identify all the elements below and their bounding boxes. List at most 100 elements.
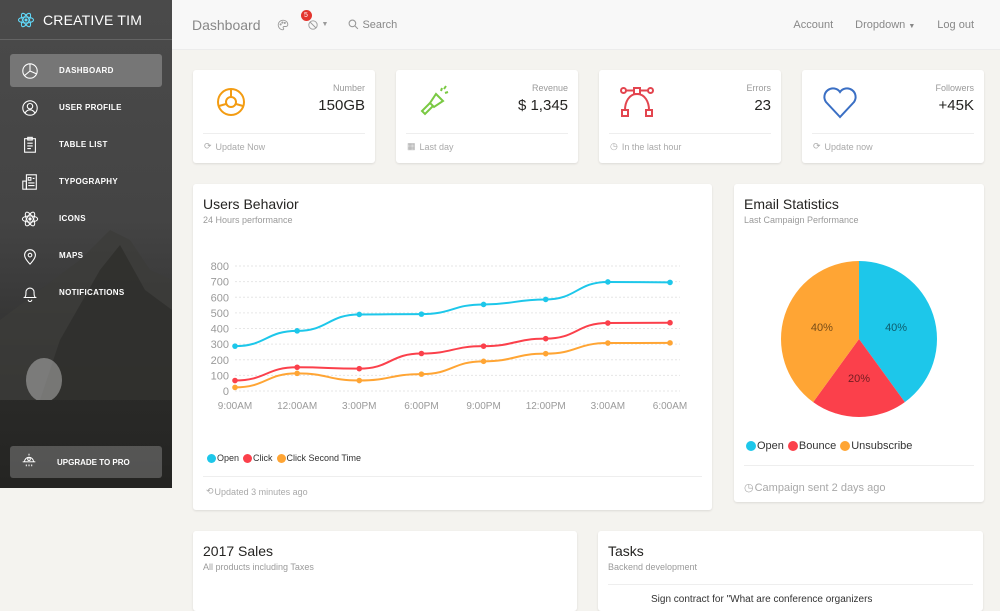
x-tick-label: 3:00AM [591, 401, 625, 412]
chart-icon [217, 88, 245, 116]
sidebar-item-table-list[interactable]: TABLE LIST [10, 128, 162, 161]
y-tick-label: 100 [211, 370, 229, 382]
user-circle-icon [20, 98, 40, 118]
stat-category: Errors [746, 83, 772, 93]
sales-card: 2017 Sales All products including Taxes [193, 531, 577, 611]
data-point [480, 343, 487, 349]
x-tick-label: 9:00AM [218, 401, 252, 412]
page-title[interactable]: Dashboard [192, 17, 261, 33]
legend-dot-open [207, 453, 216, 463]
stat-value: 23 [754, 97, 771, 114]
dropdown-label: Dropdown [855, 18, 906, 31]
y-tick-label: 700 [211, 277, 229, 289]
data-point [294, 370, 300, 377]
vector-icon [620, 87, 654, 117]
clock-icon: ◷ [744, 482, 754, 494]
data-point [667, 319, 673, 326]
email-statistics-pie-chart: 40% 20% 40% [781, 261, 937, 417]
data-point [480, 358, 487, 365]
card-footer: ⟲ Updated 3 minutes ago [206, 486, 308, 497]
sidebar-item-label: TABLE LIST [59, 140, 108, 149]
stat-card-followers: Followers +45K ⟳ Update now [802, 70, 984, 163]
pie-slice-label: 40% [811, 322, 833, 334]
sidebar-item-notifications[interactable]: NOTIFICATIONS [10, 276, 162, 309]
pie-slice-label: 40% [885, 322, 907, 334]
stat-footer-text: Update Now [215, 141, 266, 152]
legend-label: Click [253, 453, 273, 463]
y-tick-label: 0 [223, 386, 229, 398]
users-behavior-card: Users Behavior 24 Hours performance 0 100… [193, 184, 712, 510]
rocket-icon [20, 451, 38, 474]
refresh-icon: ⟳ [813, 141, 821, 151]
account-link[interactable]: Account [793, 19, 833, 31]
card-title: Email Statistics [744, 196, 839, 212]
data-point [418, 371, 425, 377]
sidebar-item-dashboard[interactable]: DASHBOARD [10, 54, 162, 87]
stat-value: +45K [938, 97, 974, 114]
sidebar: CREATIVE TIM DASHBOARD USER PROFILE TABL… [0, 0, 172, 488]
upgrade-label: UPGRADE TO PRO [57, 457, 130, 467]
data-point [294, 364, 300, 371]
caret-down-icon: ▼ [908, 22, 916, 30]
news-paper-icon [20, 172, 40, 192]
palette-icon[interactable] [277, 19, 289, 31]
y-tick-label: 800 [211, 261, 229, 273]
x-tick-label: 3:00PM [342, 401, 376, 412]
stat-footer[interactable]: ⟳ Update now [813, 141, 873, 152]
data-point [356, 365, 363, 372]
notifications-dropdown[interactable]: 5 ▼ [300, 9, 329, 31]
sidebar-item-user-profile[interactable]: USER PROFILE [10, 91, 162, 124]
map-pin-icon [20, 246, 40, 266]
data-point [418, 311, 425, 317]
legend-dot-click-second [276, 453, 286, 463]
legend-dot-open [746, 441, 756, 451]
data-point [605, 279, 611, 285]
caret-down-icon: ▼ [321, 21, 329, 28]
stat-card-revenue: Revenue $ 1,345 ▦ Last day [396, 70, 578, 163]
y-tick-label: 600 [211, 292, 229, 304]
pie-legend: Open Bounce Unsubscribe [744, 440, 912, 452]
logout-link[interactable]: Log out [937, 19, 974, 31]
upgrade-to-pro-button[interactable]: UPGRADE TO PRO [10, 446, 162, 478]
y-tick-label: 400 [211, 324, 229, 336]
top-navbar: Dashboard 5 ▼ Search Account Dropdown ▼ … [172, 0, 1000, 50]
data-point [542, 296, 549, 303]
legend-label: Open [757, 440, 784, 452]
chart-pie-icon [20, 61, 40, 81]
sidebar-item-maps[interactable]: MAPS [10, 239, 162, 272]
atom-icon [20, 209, 40, 229]
x-tick-label: 12:00AM [277, 401, 317, 412]
dropdown-menu[interactable]: Dropdown ▼ [855, 19, 915, 31]
series-line-open [234, 280, 671, 348]
sidebar-item-label: NOTIFICATIONS [59, 288, 125, 297]
sidebar-logo[interactable]: CREATIVE TIM [0, 0, 172, 40]
sidebar-nav: DASHBOARD USER PROFILE TABLE LIST TYPOGR… [0, 54, 172, 309]
legend-label: Click Second Time [286, 453, 362, 463]
stat-category: Number [332, 83, 365, 93]
divider [609, 133, 771, 134]
stat-footer[interactable]: ⟳ Update Now [204, 141, 265, 152]
clipboard-icon [20, 135, 40, 155]
stat-card-number: Number 150GB ⟳ Update Now [193, 70, 375, 163]
stat-footer: ◷ In the last hour [610, 141, 681, 152]
card-footer: ◷ Campaign sent 2 days ago [744, 481, 885, 495]
card-title: Users Behavior [203, 196, 299, 212]
stat-value: 150GB [318, 97, 365, 114]
card-title: 2017 Sales [203, 543, 274, 559]
data-point [356, 311, 363, 318]
divider [812, 133, 974, 134]
search-label: Search [362, 18, 398, 31]
card-subtitle: All products including Taxes [203, 562, 314, 572]
notification-badge: 5 [300, 9, 312, 21]
data-point [605, 340, 611, 346]
card-subtitle: Last Campaign Performance [744, 215, 859, 225]
card-subtitle: 24 Hours performance [203, 215, 293, 225]
sidebar-item-typography[interactable]: TYPOGRAPHY [10, 165, 162, 198]
y-tick-label: 500 [211, 308, 229, 320]
sidebar-item-label: USER PROFILE [59, 103, 122, 112]
search-link[interactable]: Search [348, 19, 397, 31]
sidebar-item-icons[interactable]: ICONS [10, 202, 162, 235]
data-point [542, 350, 549, 357]
data-point [480, 301, 487, 308]
data-point [232, 377, 238, 384]
